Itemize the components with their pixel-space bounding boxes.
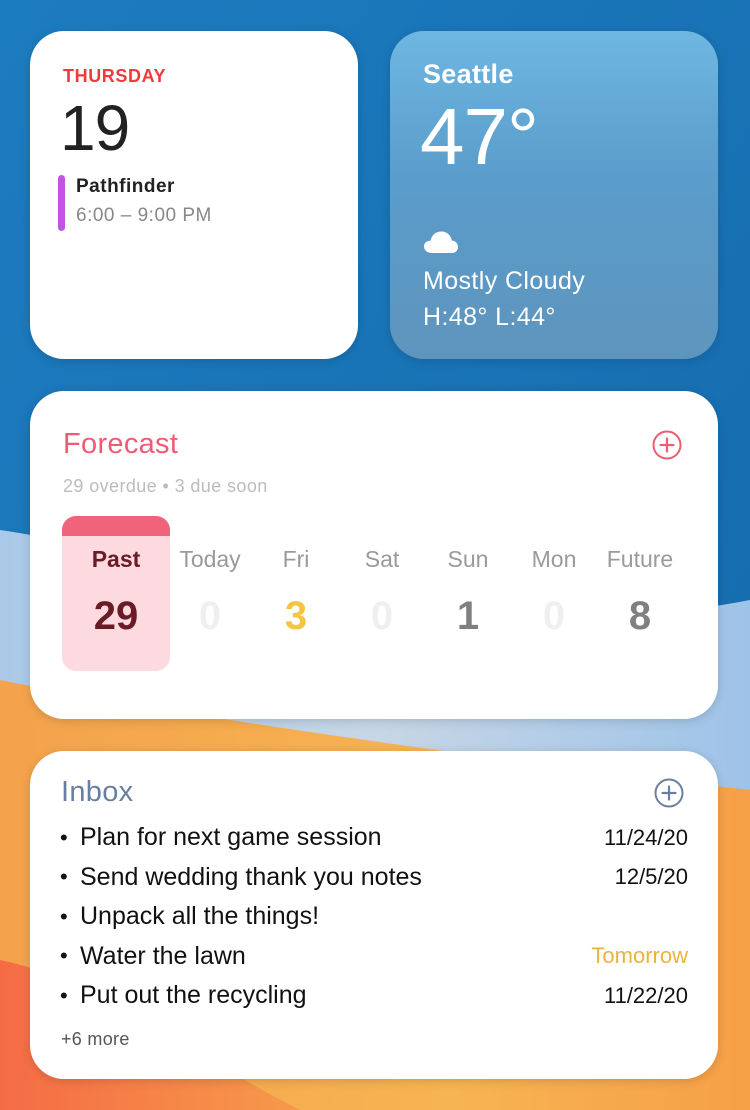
plus-circle-icon[interactable] xyxy=(652,430,682,460)
forecast-columns: Past 29 Today 0 Fri 3 Sat 0 Sun 1 Mon 0 … xyxy=(62,516,686,671)
bullet-icon: • xyxy=(60,903,68,929)
reminder-item[interactable]: • Plan for next game session 11/24/20 xyxy=(60,818,688,858)
reminder-item[interactable]: • Send wedding thank you notes 12/5/20 xyxy=(60,858,688,898)
reminder-due-date: 12/5/20 xyxy=(614,864,688,890)
forecast-column-count: 8 xyxy=(628,594,652,638)
reminders-inbox-widget[interactable]: Inbox • Plan for next game session 11/24… xyxy=(30,751,718,1079)
weather-city: Seattle xyxy=(423,59,514,89)
calendar-weekday: THURSDAY xyxy=(63,66,167,86)
bullet-icon: • xyxy=(60,864,68,890)
weather-high-low: H:48° L:44° xyxy=(423,303,556,331)
forecast-column-label: Past xyxy=(91,546,141,572)
reminder-due-date: Tomorrow xyxy=(591,943,688,969)
bullet-icon: • xyxy=(60,943,68,969)
reminder-text: Send wedding thank you notes xyxy=(80,862,422,891)
forecast-column-label: Future xyxy=(606,546,674,572)
weather-widget[interactable]: Seattle 47° Mostly Cloudy H:48° L:44° xyxy=(390,31,718,359)
reminder-text: Plan for next game session xyxy=(80,823,382,852)
event-color-bar xyxy=(58,175,65,231)
weather-temperature: 47° xyxy=(420,92,539,181)
forecast-title: Forecast xyxy=(63,428,179,460)
reminder-list: • Plan for next game session 11/24/20 • … xyxy=(60,818,688,1016)
weather-condition: Mostly Cloudy xyxy=(423,267,586,295)
bullet-icon: • xyxy=(60,824,68,850)
cloud-icon xyxy=(424,231,458,253)
reminder-text: Unpack all the things! xyxy=(80,902,320,931)
forecast-column-future[interactable]: Future 8 xyxy=(586,516,694,671)
calendar-widget[interactable]: THURSDAY 19 Pathfinder 6:00 – 9:00 PM xyxy=(30,31,358,359)
forecast-summary: 29 overdue • 3 due soon xyxy=(63,476,268,496)
reminder-text: Water the lawn xyxy=(80,941,246,970)
forecast-column-past[interactable]: Past 29 xyxy=(62,516,170,671)
bullet-icon: • xyxy=(60,982,68,1008)
event-time: 6:00 – 9:00 PM xyxy=(76,205,212,226)
reminder-item[interactable]: • Water the lawn Tomorrow xyxy=(60,937,688,977)
forecast-column-count: 29 xyxy=(93,594,139,638)
reminders-forecast-widget[interactable]: Forecast 29 overdue • 3 due soon Past 29… xyxy=(30,391,718,719)
more-reminders-link[interactable]: +6 more xyxy=(61,1029,130,1050)
reminder-item[interactable]: • Unpack all the things! xyxy=(60,897,688,937)
inbox-title: Inbox xyxy=(61,776,134,808)
reminder-text: Put out the recycling xyxy=(80,981,307,1010)
reminder-due-date: 11/24/20 xyxy=(603,824,688,850)
event-title[interactable]: Pathfinder xyxy=(76,176,175,198)
reminder-item[interactable]: • Put out the recycling 11/22/20 xyxy=(60,976,688,1016)
reminder-due-date: 11/22/20 xyxy=(603,982,688,1008)
plus-circle-icon[interactable] xyxy=(654,778,684,808)
calendar-date: 19 xyxy=(60,92,130,164)
